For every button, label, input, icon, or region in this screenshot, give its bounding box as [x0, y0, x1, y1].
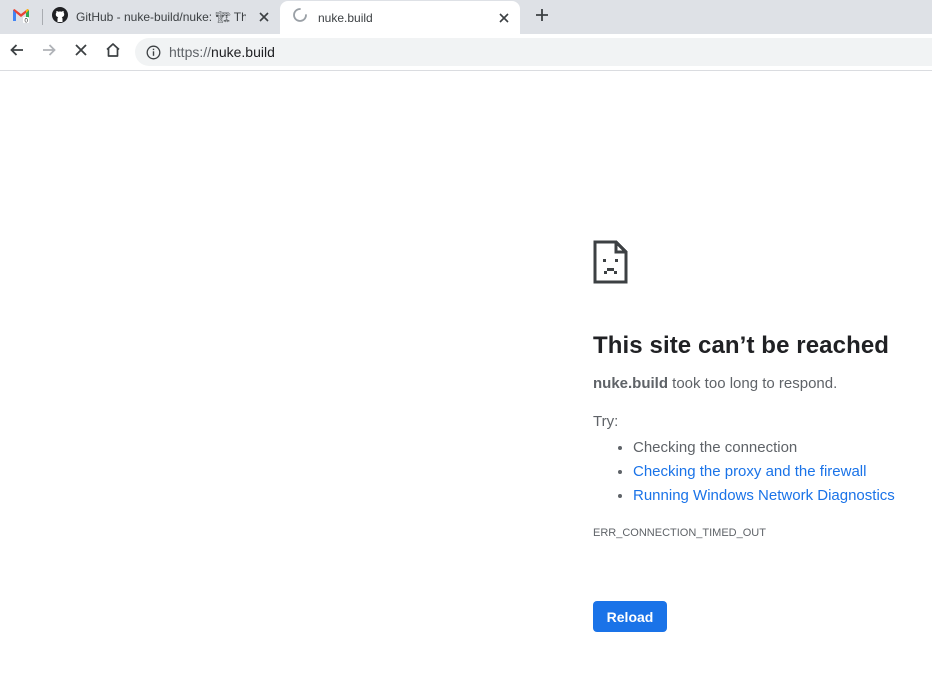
new-tab-button[interactable] [532, 7, 552, 27]
tab-nuke-build[interactable]: nuke.build [280, 1, 520, 34]
close-icon [74, 43, 88, 62]
close-icon[interactable] [256, 9, 272, 25]
url-text[interactable]: https://nuke.build [169, 44, 275, 60]
back-button[interactable] [5, 40, 29, 64]
error-code: ERR_CONNECTION_TIMED_OUT [593, 527, 766, 539]
home-icon [104, 41, 122, 64]
error-host: nuke.build [593, 375, 668, 392]
suggestion-proxy-firewall-link[interactable]: Checking the proxy and the firewall [633, 463, 866, 480]
github-icon [52, 6, 68, 28]
suggestion-network-diagnostics-link[interactable]: Running Windows Network Diagnostics [633, 487, 895, 504]
tab-gmail[interactable]: 0 [0, 0, 42, 34]
plus-icon [535, 8, 549, 27]
tab-title: nuke.build [318, 10, 373, 25]
error-message: took too long to respond. [668, 375, 838, 392]
gmail-icon: 0 [12, 7, 30, 28]
loading-spinner-icon [292, 7, 308, 28]
browser-toolbar: https://nuke.build [0, 34, 932, 71]
address-bar[interactable]: https://nuke.build [135, 38, 932, 66]
tab-strip: 0 GitHub - nuke-build/nuke: 🏗 Th nuke.bu… [0, 0, 932, 34]
close-icon[interactable] [496, 10, 512, 26]
suggestions-list: Checking the connection Checking the pro… [593, 436, 923, 508]
tab-title: GitHub - nuke-build/nuke: 🏗 Th [76, 10, 246, 24]
forward-button[interactable] [37, 40, 61, 64]
url-host: nuke.build [211, 44, 275, 60]
reload-button[interactable]: Reload [593, 601, 667, 632]
suggestion-item: Checking the connection [633, 436, 923, 460]
arrow-right-icon [41, 42, 57, 63]
tab-github[interactable]: GitHub - nuke-build/nuke: 🏗 Th [42, 0, 280, 34]
error-title: This site can’t be reached [593, 332, 890, 359]
error-description: nuke.build took too long to respond. [593, 375, 923, 392]
home-button[interactable] [101, 40, 125, 64]
error-page: This site can’t be reached nuke.build to… [593, 240, 923, 632]
stop-loading-button[interactable] [69, 40, 93, 64]
arrow-left-icon [9, 42, 25, 63]
suggestion-item: Running Windows Network Diagnostics [633, 484, 923, 508]
sad-page-icon [593, 240, 629, 284]
try-label: Try: [593, 413, 619, 430]
url-scheme: https:// [169, 44, 212, 60]
info-icon[interactable] [145, 44, 161, 60]
suggestion-item: Checking the proxy and the firewall [633, 460, 923, 484]
suggestion-check-connection: Checking the connection [633, 439, 798, 456]
